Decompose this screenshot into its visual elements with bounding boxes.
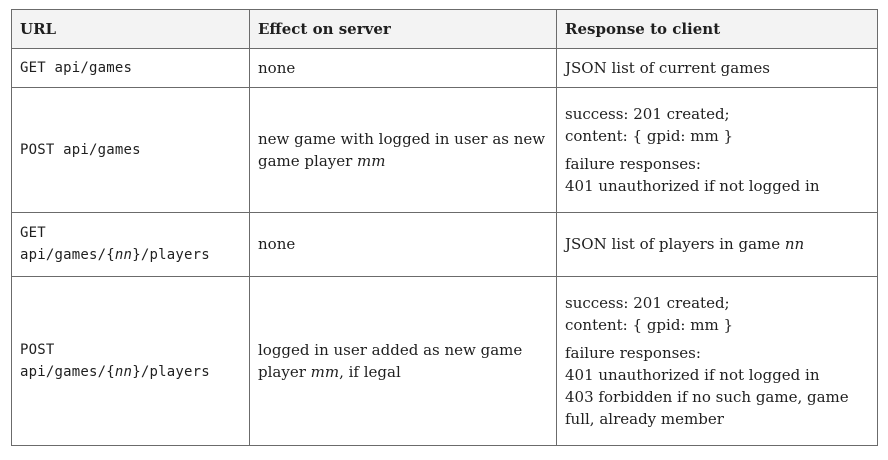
- response-cell: success: 201 created; content: { gpid: m…: [556, 87, 878, 214]
- url-path-post: }/players: [132, 363, 210, 380]
- url-cell: GET api/games/{nn}/players: [11, 212, 250, 277]
- success-content: content: { gpid: mm }: [565, 315, 734, 334]
- response-cell: JSON list of players in game nn: [556, 212, 878, 277]
- failure-heading: failure responses:: [565, 155, 701, 174]
- table-row: GET api/games none JSON list of current …: [11, 47, 878, 89]
- success-content: content: { gpid: mm }: [565, 127, 734, 146]
- effect-cell: new game with logged in user as new game…: [249, 87, 557, 214]
- response-cell: JSON list of current games: [556, 47, 878, 89]
- header-url: URL: [11, 9, 250, 49]
- effect-variable: mm: [310, 362, 340, 381]
- table-row: GET api/games/{nn}/players none JSON lis…: [11, 212, 878, 277]
- api-table: URL Effect on server Response to client …: [11, 9, 878, 447]
- url-path-variable: nn: [114, 363, 133, 380]
- failure-403: 403 forbidden if no such game, game full…: [565, 387, 849, 428]
- header-response: Response to client: [556, 9, 878, 49]
- url-cell: GET api/games: [11, 47, 250, 89]
- response-text: JSON list of players in game: [565, 235, 785, 254]
- failure-block: failure responses: 401 unauthorized if n…: [565, 153, 869, 197]
- url-path: api/games/{nn}/players: [20, 244, 241, 266]
- url-method: GET: [20, 225, 46, 242]
- effect-suffix: , if legal: [339, 362, 401, 381]
- effect-cell: none: [249, 47, 557, 89]
- effect-variable: mm: [357, 152, 386, 171]
- effect-cell: none: [249, 212, 557, 277]
- effect-cell: logged in user added as new game player …: [249, 275, 557, 447]
- url-path-pre: api/games/{: [20, 247, 115, 264]
- failure-401: 401 unauthorized if not logged in: [565, 365, 820, 384]
- url-method: POST: [20, 341, 55, 358]
- url-cell: POST api/games/{nn}/players: [11, 275, 250, 447]
- response-cell: success: 201 created; content: { gpid: m…: [556, 275, 878, 447]
- effect-text: new game with logged in user as new game…: [258, 130, 546, 171]
- response-variable: nn: [784, 235, 805, 254]
- url-path-pre: api/games/{: [20, 363, 115, 380]
- url-path: api/games/{nn}/players: [20, 361, 241, 383]
- url-path-variable: nn: [114, 247, 133, 264]
- failure-block: failure responses: 401 unauthorized if n…: [565, 342, 869, 430]
- success-status: success: 201 created;: [565, 293, 730, 312]
- url-path-post: }/players: [132, 247, 210, 264]
- table-row: POST api/games new game with logged in u…: [11, 87, 878, 214]
- failure-401: 401 unauthorized if not logged in: [565, 177, 820, 196]
- table-row: POST api/games/{nn}/players logged in us…: [11, 275, 878, 447]
- success-block: success: 201 created; content: { gpid: m…: [565, 292, 869, 336]
- success-status: success: 201 created;: [565, 105, 730, 124]
- url-cell: POST api/games: [11, 87, 250, 214]
- success-block: success: 201 created; content: { gpid: m…: [565, 103, 869, 147]
- header-effect: Effect on server: [249, 9, 557, 49]
- header-row: URL Effect on server Response to client: [11, 9, 878, 49]
- failure-heading: failure responses:: [565, 343, 701, 362]
